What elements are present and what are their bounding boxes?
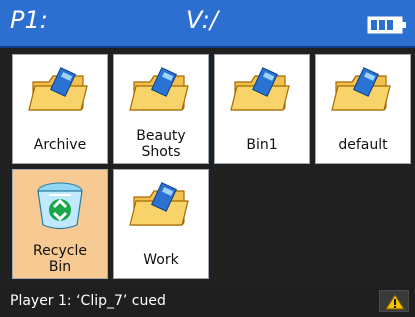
folder-icon: [28, 67, 88, 111]
folder-tile-recycle-bin[interactable]: Recycle Bin: [12, 169, 108, 279]
folder-tile-archive[interactable]: Archive: [12, 54, 108, 164]
header-bar: P1: V:/: [0, 0, 415, 48]
tile-label: Recycle Bin: [33, 243, 87, 275]
folder-icon: [331, 67, 391, 111]
folder-icon: [230, 67, 290, 111]
folder-grid: Archive Beauty Shots Bin1 default Recycl…: [12, 54, 411, 279]
app-window: P1: V:/ Archive Beauty Shots Bin1 defaul…: [0, 0, 415, 316]
recycle-bin-icon: [37, 182, 83, 230]
folder-icon: [129, 182, 189, 226]
player-label: P1:: [10, 6, 48, 34]
warning-icon: [385, 294, 405, 310]
path-label: V:/: [186, 6, 218, 34]
folder-tile-bin1[interactable]: Bin1: [214, 54, 310, 164]
tile-label: Work: [143, 252, 179, 268]
folder-tile-work[interactable]: Work: [113, 169, 209, 279]
folder-icon: [129, 67, 189, 111]
folder-tile-beauty-shots[interactable]: Beauty Shots: [113, 54, 209, 164]
tile-label: default: [338, 137, 388, 153]
status-text: Player 1: ‘Clip_7’ cued: [10, 293, 166, 309]
battery-icon: [367, 16, 406, 34]
tile-label: Beauty Shots: [136, 128, 186, 160]
status-bar: Player 1: ‘Clip_7’ cued: [0, 286, 415, 316]
folder-tile-default[interactable]: default: [315, 54, 411, 164]
tile-label: Bin1: [246, 137, 278, 153]
tile-label: Archive: [33, 137, 87, 153]
warning-button[interactable]: [379, 290, 409, 312]
